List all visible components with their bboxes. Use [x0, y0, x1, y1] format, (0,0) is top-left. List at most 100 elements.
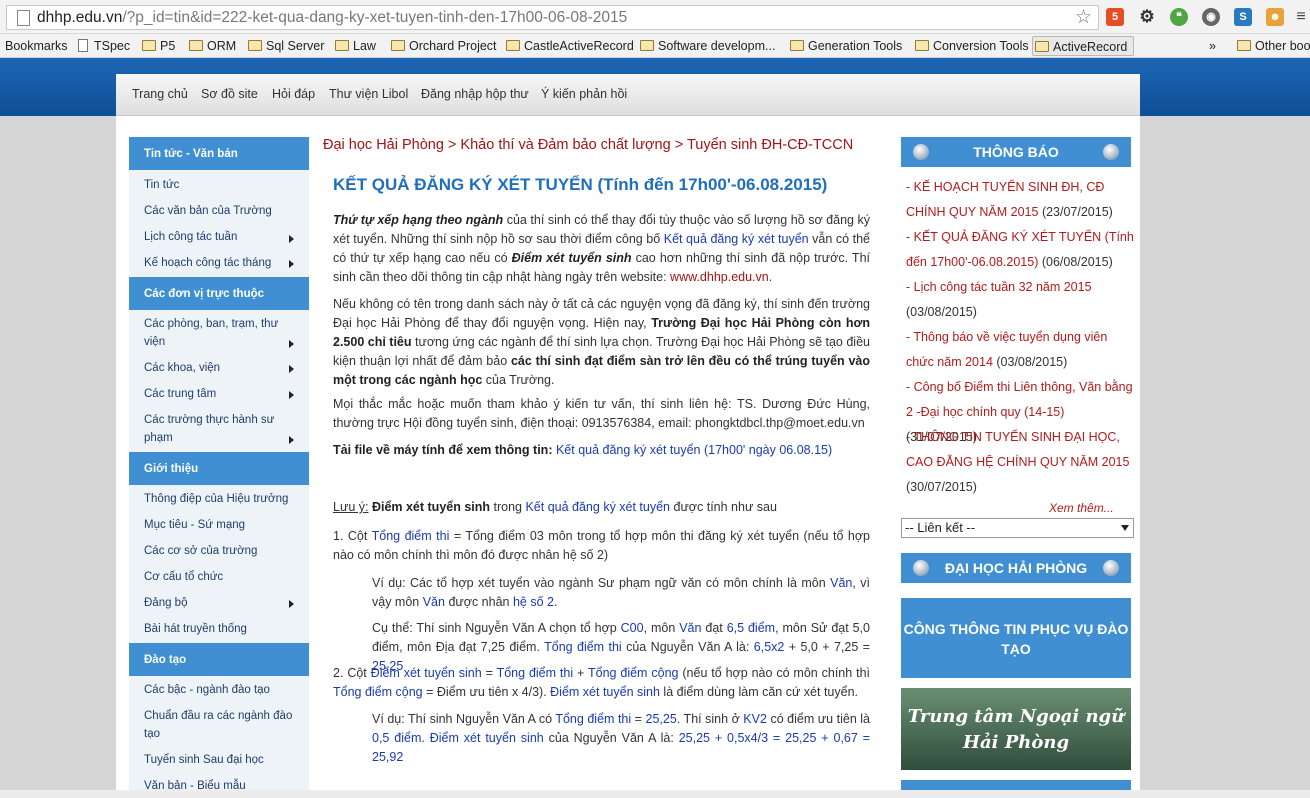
notice-title[interactable]: - Công bố Điểm thi Liên thông, Văn bằng … [906, 380, 1133, 419]
term-link[interactable]: Văn [830, 576, 852, 590]
sidebar-item-campuses[interactable]: Các cơ sở của trường [144, 542, 294, 560]
term-link[interactable]: Tổng điểm cộng [333, 685, 423, 699]
term-link[interactable]: C00 [621, 621, 644, 635]
settings-gear-icon[interactable]: ⚙ [1138, 8, 1156, 26]
term-link[interactable]: Tổng điểm cộng [588, 666, 678, 680]
term-link[interactable]: 6,5 điểm [727, 621, 775, 635]
bookmark-folder-other[interactable]: Other boo [1235, 36, 1310, 56]
chat-extension-icon[interactable]: ❝ [1170, 8, 1188, 26]
address-bar[interactable]: dhhp.edu.vn/?p_id=tin&id=222-ket-qua-dan… [6, 5, 1099, 30]
paragraph-ranking: Thứ tự xếp hạng theo ngành của thí sinh … [333, 211, 870, 287]
bookmark-folder-p5[interactable]: P5 [140, 36, 175, 56]
dhhp-title: ĐẠI HỌC HẢI PHÒNG [944, 560, 1088, 576]
sidebar-section-training[interactable]: Đào tạo [129, 643, 309, 676]
nav-home[interactable]: Trang chủ [132, 87, 188, 101]
sidebar-item-structure[interactable]: Cơ cấu tổ chức [144, 568, 294, 586]
website-link[interactable]: www.dhhp.edu.vn [670, 270, 769, 284]
nav-faq[interactable]: Hỏi đáp [272, 87, 315, 101]
nav-mail-login[interactable]: Đăng nhập hộp thư [421, 87, 529, 101]
bookmark-folder-conversion[interactable]: Conversion Tools [913, 36, 1029, 56]
sidebar-section-news[interactable]: Tin tức - Văn bản [129, 137, 309, 170]
submenu-arrow-icon [289, 600, 294, 608]
training-portal-banner[interactable]: CÔNG THÔNG TIN PHỤC VỤ ĐÀO TẠO [901, 598, 1131, 678]
notice-item[interactable]: - KẾ HOẠCH TUYỂN SINH ĐH, CĐ CHÍNH QUY N… [906, 175, 1136, 225]
bookmark-folder-law[interactable]: Law [333, 36, 376, 56]
bookmark-label: Generation Tools [808, 39, 903, 53]
term-link[interactable]: Văn [679, 621, 701, 635]
notice-item[interactable]: - Thông báo về việc tuyển dụng viên chức… [906, 325, 1136, 375]
sidebar-item-postgrad[interactable]: Tuyển sinh Sau đại học [144, 751, 294, 769]
dhhp-header[interactable]: ĐẠI HỌC HẢI PHÒNG [901, 553, 1131, 583]
paragraph-download: Tải file về máy tính để xem thông tin: K… [333, 441, 870, 460]
emphasis: Điểm xét tuyển sinh [368, 500, 491, 514]
menu-icon[interactable]: ≡ [1292, 8, 1310, 26]
sidebar-item-news[interactable]: Tin tức [144, 176, 294, 194]
text: . [768, 270, 773, 284]
term-link[interactable]: 0,5 điểm [372, 731, 421, 745]
nav-sitemap[interactable]: Sơ đồ site [201, 87, 258, 101]
html5-extension-icon[interactable]: 5 [1106, 8, 1124, 26]
sidebar-item-mission[interactable]: Mục tiêu - Sứ mạng [144, 516, 294, 534]
term-link[interactable]: Tổng điểm thi [544, 640, 622, 654]
sidebar-item-anthem[interactable]: Bài hát truyền thống [144, 620, 294, 638]
s-extension-icon[interactable]: S [1234, 8, 1252, 26]
text: Cụ thể: Thí sinh Nguyễn Văn A chọn tổ hợ… [372, 621, 621, 635]
notice-title[interactable]: - THÔNG TIN TUYỂN SINH ĐẠI HỌC, CAO ĐẲNG… [906, 430, 1129, 469]
face-extension-icon[interactable]: ☻ [1266, 8, 1284, 26]
term-link[interactable]: Điểm xét tuyển sinh [550, 685, 660, 699]
sidebar-item-rector-message[interactable]: Thông điệp của Hiệu trưởng [144, 490, 294, 508]
bookmark-tspec[interactable]: TSpec [74, 36, 130, 56]
sidebar-item-faculties[interactable]: Các khoa, viện [144, 359, 294, 377]
language-center-banner[interactable]: Trung tâm Ngoại ngữ Hải Phòng [901, 688, 1131, 770]
sidebar-item-levels[interactable]: Các bậc - ngành đào tạo [144, 681, 294, 699]
bookmark-folder-sql[interactable]: Sql Server [246, 36, 324, 56]
notice-item[interactable]: - Lịch công tác tuần 32 năm 2015 (03/08/… [906, 275, 1136, 325]
nav-libol[interactable]: Thư viện Libol [329, 87, 408, 101]
results-link[interactable]: Kết quả đăng ký xét tuyển [664, 232, 809, 246]
term-link[interactable]: Tổng điểm thi [497, 666, 574, 680]
term-link[interactable]: Tổng điểm thi [555, 712, 631, 726]
term-link[interactable]: hệ số 2 [513, 595, 554, 609]
download-link[interactable]: Kết quả đăng ký xét tuyển (17h00' ngày 0… [552, 443, 832, 457]
bookmark-folder-generation[interactable]: Generation Tools [788, 36, 902, 56]
notice-item[interactable]: - THÔNG TIN TUYỂN SINH ĐẠI HỌC, CAO ĐẲNG… [906, 425, 1136, 500]
sidebar-item-party[interactable]: Đảng bộ [144, 594, 294, 612]
sidebar-item-monthly-plan[interactable]: Kế hoạch công tác tháng [144, 254, 294, 272]
sidebar-item-documents[interactable]: Các văn bản của Trường [144, 202, 294, 220]
sidebar-item-practice-schools[interactable]: Các trường thực hành sư phạm [144, 411, 286, 447]
folder-icon [142, 40, 156, 51]
term-link[interactable]: Điểm xét tuyển sinh [371, 666, 482, 680]
notice-title[interactable]: - Lịch công tác tuần 32 năm 2015 [906, 280, 1092, 294]
term-link[interactable]: Điểm xét tuyển sinh [430, 731, 544, 745]
horizontal-scrollbar[interactable] [0, 790, 1310, 798]
bookmark-folder-activerecord[interactable]: ActiveRecord [1032, 36, 1135, 56]
sidebar-item-departments[interactable]: Các phòng, ban, trạm, thư viện [144, 315, 286, 351]
bookmark-folder-orchard[interactable]: Orchard Project [389, 36, 497, 56]
folder-icon [1035, 41, 1049, 52]
bookmark-folder-orm[interactable]: ORM [187, 36, 236, 56]
bookmark-folder-software[interactable]: Software developm... [638, 36, 775, 56]
sidebar-section-units[interactable]: Các đơn vị trực thuộc [129, 277, 309, 310]
breadcrumb[interactable]: Đại học Hải Phòng > Khảo thí và Đảm bảo … [323, 137, 853, 153]
notice-item[interactable]: - KẾT QUẢ ĐĂNG KÝ XÉT TUYỂN (Tính đến 17… [906, 225, 1136, 275]
bookmarks-bar: Bookmarks TSpec P5 ORM Sql Server Law Or… [0, 34, 1310, 58]
film-extension-icon[interactable]: ◉ [1202, 8, 1220, 26]
bookmarks-overflow-chevron[interactable]: » [1204, 36, 1216, 56]
term-link[interactable]: 6,5x2 [754, 640, 785, 654]
sidebar-item-weekly-schedule[interactable]: Lịch công tác tuần [144, 228, 294, 246]
term-link[interactable]: 25,25 [646, 712, 677, 726]
links-select[interactable]: -- Liên kết -- [901, 518, 1134, 538]
bookmark-star-icon[interactable]: ☆ [1075, 6, 1092, 29]
sidebar-item-centers[interactable]: Các trung tâm [144, 385, 294, 403]
bookmark-folder-castle[interactable]: CastleActiveRecord [504, 36, 634, 56]
sidebar-item-outcomes[interactable]: Chuẩn đầu ra các ngành đào tạo [144, 707, 294, 743]
results-link[interactable]: Kết quả đăng ký xét tuyển [525, 500, 670, 514]
term-link[interactable]: Tổng điểm thi [372, 529, 450, 543]
term-link[interactable]: KV2 [743, 712, 767, 726]
nav-feedback[interactable]: Ý kiến phản hồi [541, 87, 627, 101]
bullet-icon [1103, 144, 1119, 160]
note-label: Lưu ý: [333, 500, 369, 514]
term-link[interactable]: Văn [423, 595, 445, 609]
sidebar-section-intro[interactable]: Giới thiệu [129, 452, 309, 485]
see-more-link[interactable]: Xem thêm... [1049, 501, 1114, 515]
